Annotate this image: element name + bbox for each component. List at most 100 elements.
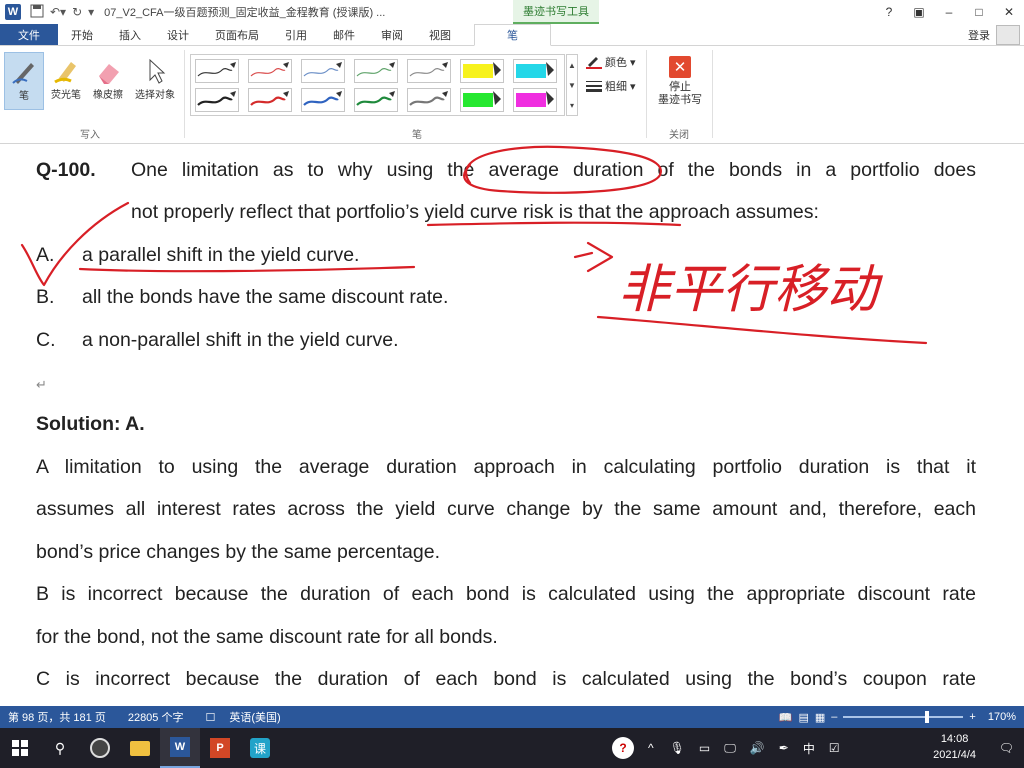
ime-indicator[interactable]: 中: [803, 740, 815, 757]
select-objects-button[interactable]: 选择对象: [132, 52, 178, 110]
help-button[interactable]: ?: [874, 5, 904, 19]
tab-insert[interactable]: 插入: [106, 24, 154, 45]
search-icon[interactable]: ⚲: [40, 728, 80, 768]
web-layout-icon[interactable]: ▦: [815, 711, 825, 724]
eraser-tool-button[interactable]: 橡皮擦: [88, 52, 128, 110]
tab-pen[interactable]: 笔: [474, 24, 551, 46]
redo-icon[interactable]: ↻: [72, 5, 82, 19]
eraser-tool-label: 橡皮擦: [93, 90, 123, 101]
ribbon-tab-bar: 文件 开始 插入 设计 页面布局 引用 邮件 审阅 视图 笔 登录: [0, 24, 1024, 46]
zoom-level[interactable]: 170%: [988, 711, 1016, 723]
zoom-out-button[interactable]: –: [831, 711, 837, 723]
word-window: W ↶▾ ↻ ▾ 07_V2_CFA一级百题预测_固定收益_金程教育 (授课版)…: [0, 0, 1024, 768]
tab-layout[interactable]: 页面布局: [202, 24, 272, 45]
pen-style-11[interactable]: [354, 88, 398, 112]
group-separator: [646, 50, 647, 138]
microphone-icon[interactable]: 🎙: [670, 741, 685, 755]
chevron-up-icon[interactable]: ^: [648, 741, 654, 755]
pen-style-12[interactable]: [407, 88, 451, 112]
option-b-letter: B.: [36, 286, 55, 308]
checkbox-tray-icon[interactable]: ☑: [829, 741, 840, 755]
customize-qat-icon[interactable]: ▾: [88, 5, 94, 19]
pen-style-13[interactable]: [460, 88, 504, 112]
windows-taskbar: ⚲ W P 课 ? ^ 🎙 ▭ 🖵 🔊 ✒ 中 ☑ 14:08 2021/4/4…: [0, 728, 1024, 768]
word-taskbar-icon[interactable]: W: [160, 728, 200, 768]
tab-design[interactable]: 设计: [154, 24, 202, 45]
zoom-slider-thumb[interactable]: [924, 711, 929, 723]
start-button[interactable]: [0, 728, 40, 768]
help-tray-icon[interactable]: ?: [612, 737, 634, 759]
pen-style-3[interactable]: [301, 59, 345, 83]
file-explorer-icon[interactable]: [120, 728, 160, 768]
pen-tray-icon[interactable]: ✒: [779, 741, 789, 755]
clock-date: 2021/4/4: [933, 749, 976, 761]
print-layout-icon[interactable]: ▤: [798, 711, 808, 724]
stop-inking-label-2: 墨迹书写: [658, 94, 702, 106]
proofing-icon[interactable]: ☐: [205, 711, 215, 724]
minimize-button[interactable]: –: [934, 5, 964, 19]
powerpoint-taskbar-icon[interactable]: P: [200, 728, 240, 768]
highlighter-icon: [54, 62, 76, 84]
save-icon[interactable]: [30, 4, 44, 21]
pen-thickness-label: 粗细: [605, 81, 627, 93]
document-page[interactable]: Q-100. One limitation as to why using th…: [0, 145, 1024, 706]
option-a-letter: A.: [36, 244, 55, 266]
pen-style-1[interactable]: [195, 59, 239, 83]
pen-style-4[interactable]: [354, 59, 398, 83]
pen-color-label: 颜色: [605, 57, 627, 69]
notification-center-icon[interactable]: 🗨: [999, 728, 1014, 768]
status-bar: 第 98 页，共 181 页 22805 个字 ☐ 英语(美国) 📖 ▤ ▦ –…: [0, 706, 1024, 728]
pen-style-gallery: [190, 54, 565, 116]
option-a-text: a parallel shift in the yield curve.: [82, 244, 360, 266]
classroom-app-icon[interactable]: 课: [240, 728, 280, 768]
tab-review[interactable]: 审阅: [368, 24, 416, 45]
ink-arrow: [573, 241, 614, 273]
pen-style-9[interactable]: [248, 88, 292, 112]
group-label-write: 写入: [80, 130, 100, 141]
tab-home[interactable]: 开始: [58, 24, 106, 45]
zoom-slider[interactable]: [843, 711, 964, 723]
sign-in-link[interactable]: 登录: [968, 27, 990, 43]
tab-file[interactable]: 文件: [0, 24, 58, 45]
option-c-text: a non-parallel shift in the yield curve.: [82, 329, 399, 351]
word-app-icon[interactable]: W: [4, 3, 22, 21]
pen-thickness-dropdown[interactable]: 粗细 ▾: [586, 78, 636, 94]
taskbar-clock[interactable]: 14:08 2021/4/4: [933, 731, 976, 763]
pen-style-5[interactable]: [407, 59, 451, 83]
highlighter-tool-button[interactable]: 荧光笔: [46, 52, 86, 110]
pen-tool-button[interactable]: 笔: [4, 52, 44, 110]
close-button[interactable]: ✕: [994, 5, 1024, 19]
pen-style-7[interactable]: [513, 59, 557, 83]
gallery-scroll[interactable]: ▲ ▼ ▾: [566, 54, 578, 116]
display-icon[interactable]: 🖵: [724, 741, 736, 756]
window-controls: ? ▣ – □ ✕: [874, 0, 1024, 24]
word-count[interactable]: 22805 个字: [128, 709, 184, 725]
page-count[interactable]: 第 98 页，共 181 页: [8, 709, 106, 725]
tab-references[interactable]: 引用: [272, 24, 320, 45]
maximize-button[interactable]: □: [964, 5, 994, 19]
pen-style-6[interactable]: [460, 59, 504, 83]
pen-color-dropdown[interactable]: 颜色 ▾: [586, 54, 636, 70]
avatar[interactable]: [996, 25, 1020, 45]
language-indicator[interactable]: 英语(美国): [229, 709, 280, 725]
tab-mailings[interactable]: 邮件: [320, 24, 368, 45]
pen-style-14[interactable]: [513, 88, 557, 112]
highlighter-tool-label: 荧光笔: [51, 90, 81, 101]
stop-inking-button[interactable]: ✕ 停止 墨迹书写: [654, 56, 706, 118]
option-c-letter: C.: [36, 329, 56, 351]
read-mode-icon[interactable]: 📖: [779, 711, 793, 724]
group-separator: [712, 50, 713, 138]
option-b-text: all the bonds have the same discount rat…: [82, 286, 449, 308]
pen-style-10[interactable]: [301, 88, 345, 112]
pen-style-8[interactable]: [195, 88, 239, 112]
network-icon[interactable]: ▭: [699, 741, 710, 755]
quick-access-toolbar: ↶▾ ↻ ▾: [30, 4, 94, 21]
ink-tools-contextual-tab: 墨迹书写工具: [513, 0, 599, 24]
ribbon-display-button[interactable]: ▣: [904, 5, 934, 19]
obs-app-icon[interactable]: [80, 728, 120, 768]
pen-style-2[interactable]: [248, 59, 292, 83]
undo-icon[interactable]: ↶▾: [50, 5, 66, 19]
tab-view[interactable]: 视图: [416, 24, 464, 45]
volume-icon[interactable]: 🔊: [750, 741, 765, 755]
zoom-in-button[interactable]: +: [969, 711, 975, 723]
